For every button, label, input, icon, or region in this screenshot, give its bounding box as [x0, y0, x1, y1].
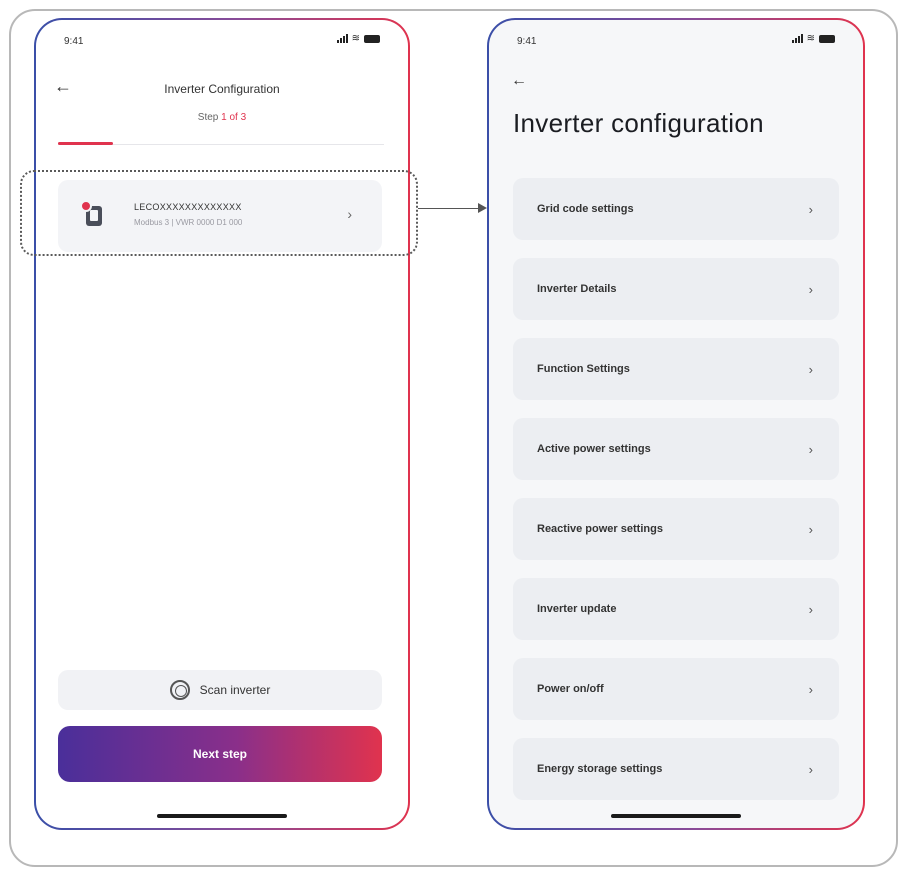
step-indicator: Step 1 of 3	[36, 112, 408, 123]
connector-arrow-head-icon	[478, 203, 487, 213]
next-step-button[interactable]: Next step	[58, 726, 382, 782]
scan-button-label: Scan inverter	[199, 683, 271, 697]
menu-item-label: Grid code settings	[537, 203, 634, 215]
chevron-right-icon: ›	[808, 681, 813, 697]
chevron-right-icon: ›	[808, 281, 813, 297]
menu-item-label: Energy storage settings	[537, 763, 663, 775]
menu-item-label: Reactive power settings	[537, 523, 663, 535]
scan-icon	[169, 680, 190, 700]
home-indicator	[611, 814, 741, 818]
home-indicator	[157, 814, 287, 818]
device-highlight-outline	[20, 170, 418, 256]
phone-right: 9:41 ≋ ← Inverter configuration Grid cod…	[487, 18, 865, 830]
signal-icon	[791, 34, 803, 43]
step-label: Step	[197, 112, 219, 123]
page-title: Inverter configuration	[513, 108, 764, 138]
wifi-icon: ≋	[806, 33, 815, 44]
status-time: 9:41	[64, 36, 84, 47]
phone-left: 9:41 ≋ ← Inverter Configuration Step 1 o…	[34, 18, 410, 830]
menu-item-grid-code-settings[interactable]: Grid code settings ›	[513, 178, 839, 240]
progress-fill	[58, 142, 113, 145]
page-title: Inverter Configuration	[164, 82, 280, 96]
menu-item-label: Power on/off	[537, 683, 604, 695]
chevron-right-icon: ›	[808, 441, 813, 457]
battery-icon	[819, 34, 835, 43]
connector-arrow-line	[418, 208, 480, 209]
menu-item-energy-storage-settings[interactable]: Energy storage settings ›	[513, 738, 839, 800]
status-icons: ≋	[336, 33, 380, 44]
scan-inverter-button[interactable]: Scan inverter	[58, 670, 382, 710]
chevron-right-icon: ›	[808, 201, 813, 217]
menu-item-reactive-power-settings[interactable]: Reactive power settings ›	[513, 498, 839, 560]
signal-icon	[336, 34, 348, 43]
menu-item-active-power-settings[interactable]: Active power settings ›	[513, 418, 839, 480]
menu-item-function-settings[interactable]: Function Settings ›	[513, 338, 839, 400]
menu-item-inverter-details[interactable]: Inverter Details ›	[513, 258, 839, 320]
battery-icon	[364, 34, 380, 43]
menu-item-label: Inverter Details	[537, 283, 617, 295]
menu-item-label: Inverter update	[537, 603, 617, 615]
chevron-right-icon: ›	[808, 521, 813, 537]
wifi-icon: ≋	[351, 33, 360, 44]
menu-item-inverter-update[interactable]: Inverter update ›	[513, 578, 839, 640]
chevron-right-icon: ›	[808, 361, 813, 377]
menu-item-label: Active power settings	[537, 443, 651, 455]
menu-item-label: Function Settings	[537, 363, 630, 375]
status-icons: ≋	[791, 33, 835, 44]
settings-menu-list: Grid code settings › Inverter Details › Func…	[513, 178, 839, 818]
chevron-right-icon: ›	[808, 601, 813, 617]
status-time: 9:41	[517, 36, 537, 47]
back-arrow-icon[interactable]: ←	[511, 72, 527, 90]
chevron-right-icon: ›	[808, 761, 813, 777]
step-value: 1 of 3	[221, 112, 247, 123]
menu-item-power-on-off[interactable]: Power on/off ›	[513, 658, 839, 720]
